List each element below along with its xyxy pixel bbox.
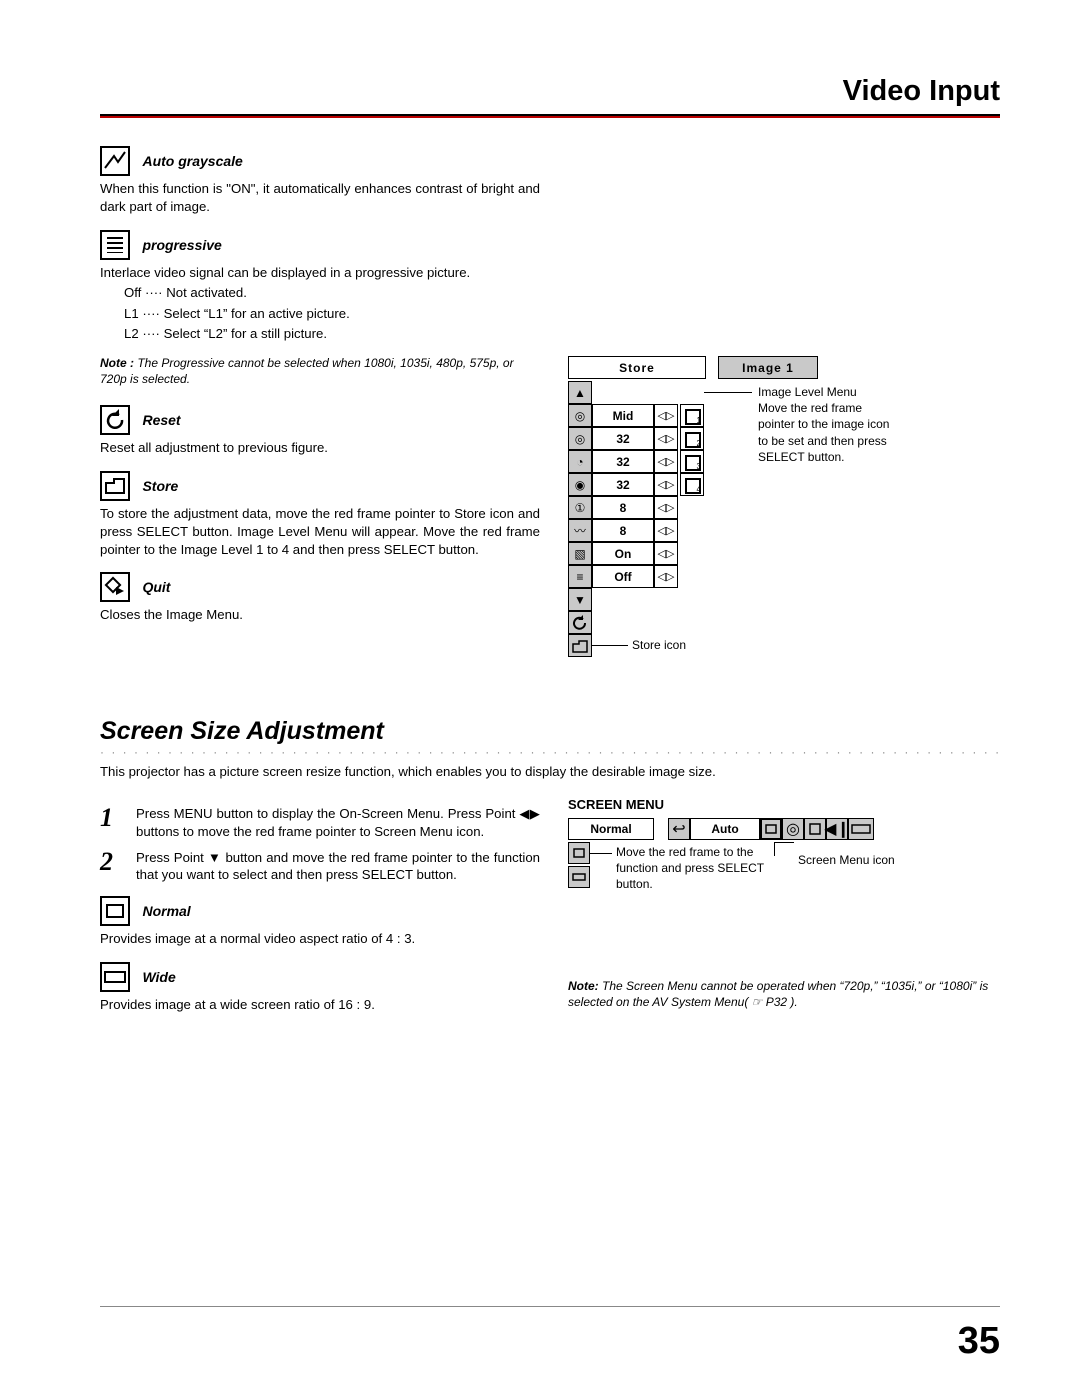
menu-row-arrows: ◁▷ [654,450,678,473]
menu-row-arrows: ◁▷ [654,542,678,565]
menu-reset-icon [568,611,592,634]
note-label: Note : [100,356,134,370]
menu-row-value: 32 [592,473,654,496]
screen-menu-callout-left: Move the red frame to the function and p… [616,844,766,893]
menu-row-level: 1 [680,404,704,427]
screen-menu-icon-3 [804,818,826,840]
auto-grayscale-title: Auto grayscale [142,153,242,169]
menu-row-level: 4 [680,473,704,496]
store-icon [100,471,130,501]
progressive-icon [100,230,130,260]
step-2-text: Press Point ▼ button and move the red fr… [136,849,540,885]
footer-rule [100,1306,1000,1307]
wide-title: Wide [142,969,175,985]
screen-menu-icon-4: ◀❙ [826,818,848,840]
menu-row-icon: ◔ [568,450,592,473]
screen-menu-row2-icon1 [568,842,590,864]
progressive-title: progressive [142,237,221,253]
normal-body: Provides image at a normal video aspect … [100,930,540,948]
store-icon-label: Store icon [632,638,686,652]
page-number: 35 [958,1320,1000,1363]
image-level-callout: Image Level Menu Move the red frame poin… [758,384,898,465]
screen-menu-title: SCREEN MENU [568,797,1000,812]
menu-down-arrow: ▼ [568,588,592,611]
reset-icon [100,405,130,435]
menu-row-arrows: ◁▷ [654,519,678,542]
menu-row-icon: ≡ [568,565,592,588]
menu-row-value: 8 [592,496,654,519]
progressive-intro: Interlace video signal can be displayed … [100,264,540,282]
screen-menu-icon-1 [760,818,782,840]
menu-row-icon: 〰 [568,519,592,542]
progressive-item-l1: L1 ···· Select “L1” for an active pictur… [124,304,540,324]
wide-body: Provides image at a wide screen ratio of… [100,996,540,1014]
store-title: Store [142,478,178,494]
wide-icon [100,962,130,992]
step-1-text: Press MENU button to display the On-Scre… [136,805,540,841]
step-2-number: 2 [100,849,122,885]
auto-grayscale-icon [100,146,130,176]
progressive-note: The Progressive cannot be selected when … [100,356,514,386]
page-title: Video Input [100,75,1000,116]
dotted-rule: · · · · · · · · · · · · · · · · · · · · … [100,748,1000,756]
menu-row-arrows: ◁▷ [654,404,678,427]
menu-row-value: 8 [592,519,654,542]
progressive-item-l2: L2 ···· Select “L2” for a still picture. [124,324,540,344]
screen-size-intro: This projector has a picture screen resi… [100,764,1000,779]
menu-row-value: Off [592,565,654,588]
menu-row-level: 3 [680,450,704,473]
menu-row-arrows: ◁▷ [654,496,678,519]
menu-row-icon: ① [568,496,592,519]
menu-row-icon: ◎ [568,427,592,450]
menu-row-value: 32 [592,450,654,473]
step-1-number: 1 [100,805,122,841]
auto-grayscale-body: When this function is "ON", it automatic… [100,180,540,216]
screen-menu-note-label: Note: [568,979,599,993]
screen-menu-row3-icon1 [568,866,590,888]
quit-body: Closes the Image Menu. [100,606,540,624]
menu-row-icon: ▧ [568,542,592,565]
reset-title: Reset [142,412,180,428]
screen-menu-callout-right: Screen Menu icon [798,852,918,868]
menu-row-value: 32 [592,427,654,450]
menu-row-level: 2 [680,427,704,450]
quit-icon [100,572,130,602]
menu-row-arrows: ◁▷ [654,427,678,450]
header-rule [100,116,1000,118]
menu-row-icon: ◎ [568,404,592,427]
screen-menu-icon-5 [848,818,874,840]
normal-icon [100,896,130,926]
menu-row-arrows: ◁▷ [654,565,678,588]
menu-row-value: On [592,542,654,565]
menu-row-icon: ◉ [568,473,592,496]
normal-title: Normal [142,903,190,919]
screen-menu-auto: Auto [690,818,760,840]
screen-menu-icon-2: ◎ [782,818,804,840]
menu-store-icon [568,634,592,657]
screen-menu-normal: Normal [568,818,654,840]
progressive-item-off: Off ···· Not activated. [124,283,540,303]
screen-menu-note: The Screen Menu cannot be operated when … [568,979,988,1009]
reset-body: Reset all adjustment to previous figure. [100,439,540,457]
menu-up-arrow: ▲ [568,381,592,404]
screen-size-heading: Screen Size Adjustment [100,717,1000,746]
menu-row-value: Mid [592,404,654,427]
screen-menu-icon-return: ↩ [668,818,690,840]
menu-header-store: Store [568,356,706,379]
menu-row-arrows: ◁▷ [654,473,678,496]
quit-title: Quit [142,579,170,595]
store-body: To store the adjustment data, move the r… [100,505,540,558]
menu-header-image: Image 1 [718,356,818,379]
